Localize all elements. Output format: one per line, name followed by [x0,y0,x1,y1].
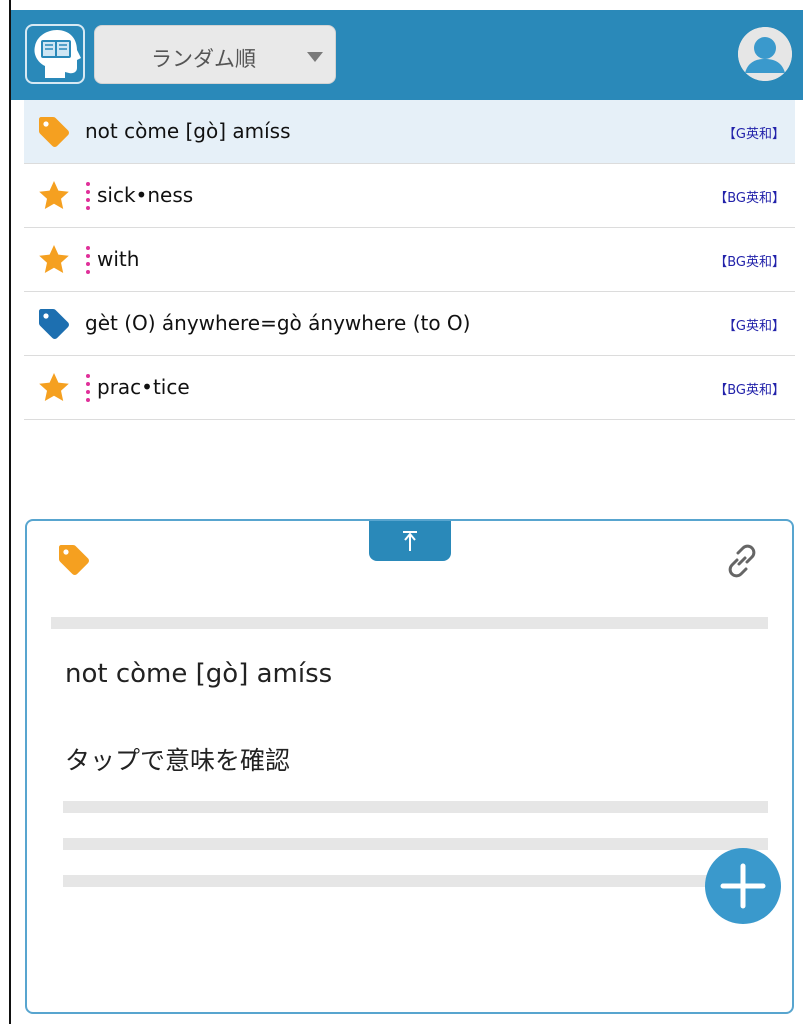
placeholder-bar [63,875,768,887]
sort-order-select[interactable]: ランダム順 [94,25,336,84]
word-list-item-text: not còme [gò] amíss [85,119,291,143]
dictionary-label: 【BG英和】 [714,255,785,270]
placeholder-bar [63,838,768,850]
sort-order-value: ランダム順 [151,47,256,71]
word-list-item-text: sick•ness [97,183,194,207]
word-list-item[interactable]: with 【BG英和】 [24,228,795,292]
star-icon[interactable] [37,179,71,213]
tag-icon[interactable] [57,543,91,577]
chevron-down-icon [307,52,323,62]
tap-to-reveal-hint[interactable]: タップで意味を確認 [65,741,290,777]
word-list-item[interactable]: gèt (O) ánywhere=gò ánywhere (to O) 【G英和】 [24,292,795,356]
dictionary-label: 【G英和】 [722,127,785,142]
word-list-item[interactable]: sick•ness 【BG英和】 [24,164,795,228]
card-term: not còme [gò] amíss [65,659,333,689]
dictionary-label: 【BG英和】 [714,191,785,206]
link-icon[interactable] [724,543,760,579]
arrow-up-to-top-icon [403,531,417,551]
star-icon[interactable] [37,371,71,405]
dictionary-label: 【G英和】 [722,319,785,334]
word-list: not còme [gò] amíss 【G英和】 sick•ness 【BG英和】 w… [24,100,795,420]
placeholder-bar [51,617,768,629]
word-list-item[interactable]: not còme [gò] amíss 【G英和】 [24,100,795,164]
placeholder-bar [63,801,768,813]
dictionary-label: 【BG英和】 [714,383,785,398]
star-icon[interactable] [37,243,71,277]
word-list-item-text: gèt (O) ánywhere=gò ánywhere (to O) [85,311,471,335]
app-logo-icon[interactable] [25,24,85,84]
mark-dots-icon [86,246,90,276]
word-list-item-text: with [97,247,140,271]
plus-icon [720,863,766,909]
collapse-tab-button[interactable] [369,521,451,561]
window-edge [9,0,11,1024]
tag-icon[interactable] [37,307,71,341]
add-button[interactable] [705,848,781,924]
word-list-item[interactable]: prac•tice 【BG英和】 [24,356,795,420]
word-list-item-text: prac•tice [97,375,190,399]
tag-icon[interactable] [37,115,71,149]
mark-dots-icon [86,182,90,212]
word-detail-card[interactable]: not còme [gò] amíss タップで意味を確認 [25,519,794,1014]
app-header: ランダム順 [11,10,803,100]
mark-dots-icon [86,374,90,404]
user-avatar-icon[interactable] [738,27,792,81]
